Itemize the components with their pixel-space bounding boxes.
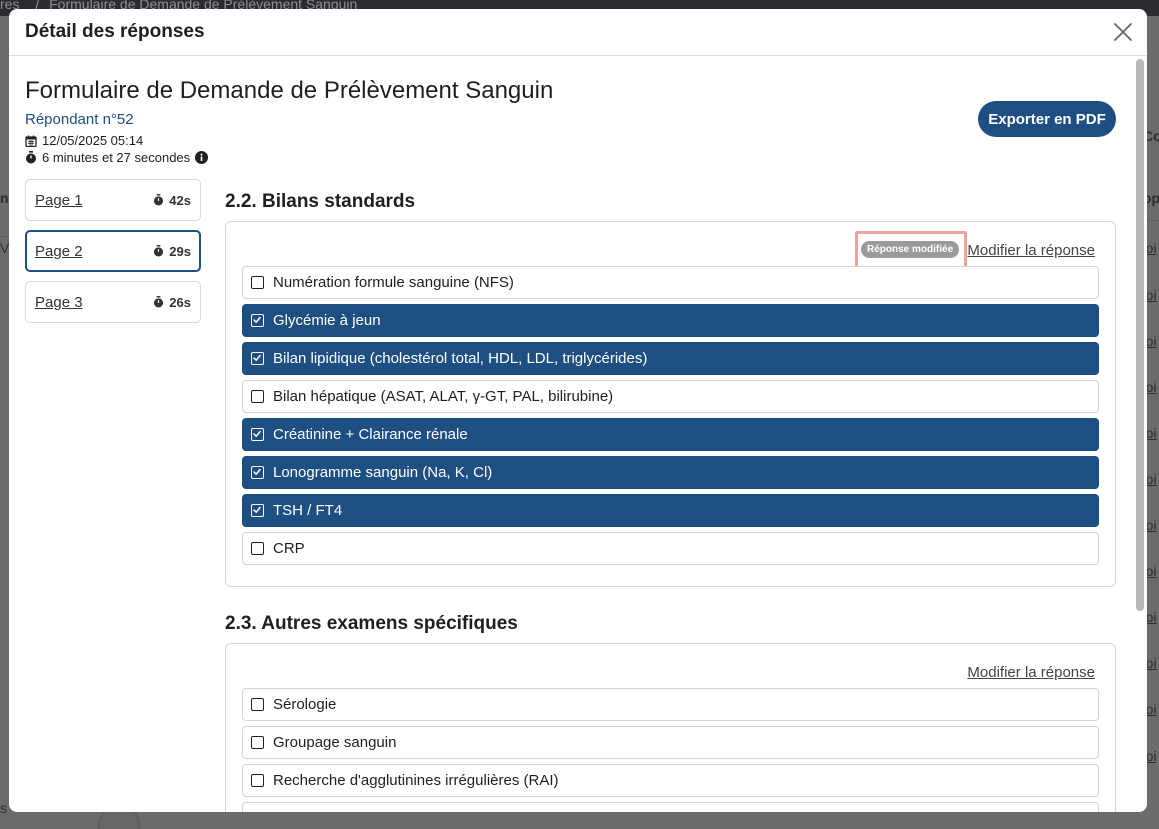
- form-title: Formulaire de Demande de Prélèvement San…: [25, 77, 554, 104]
- checkbox-checked-icon[interactable]: [251, 314, 264, 327]
- checkbox-checked-icon[interactable]: [251, 504, 264, 517]
- option-label: Glycémie à jeun: [273, 312, 381, 329]
- checkbox-option[interactable]: CRP: [242, 532, 1099, 565]
- checkbox-option[interactable]: Numération formule sanguine (NFS): [242, 266, 1099, 299]
- page-time-text: 42s: [169, 192, 191, 208]
- page-tab-3[interactable]: Page 3 26s: [25, 281, 201, 323]
- close-icon: [1114, 23, 1132, 41]
- option-label: Bilan lipidique (cholestérol total, HDL,…: [273, 350, 648, 367]
- modify-response-link[interactable]: Modifier la réponse: [967, 242, 1095, 259]
- option-label: Numération formule sanguine (NFS): [273, 274, 514, 291]
- option-label: Groupage sanguin: [273, 734, 397, 751]
- checkbox-option[interactable]: TSH / FT4: [242, 494, 1099, 527]
- stopwatch-icon: [154, 245, 164, 257]
- modify-response-link[interactable]: Modifier la réponse: [967, 664, 1095, 681]
- modal-title: Détail des réponses: [25, 21, 205, 42]
- page-tab-2[interactable]: Page 2 29s: [25, 230, 201, 272]
- calendar-icon: [25, 135, 37, 147]
- page-tab-time: 29s: [153, 244, 191, 259]
- option-label: Bilan hépatique (ASAT, ALAT, γ-GT, PAL, …: [273, 388, 614, 405]
- duration-text: 6 minutes et 27 secondes: [42, 150, 191, 165]
- info-icon[interactable]: [195, 151, 209, 164]
- option-label: Recherche d'agglutinines irrégulières (R…: [273, 772, 559, 789]
- checkbox-checked-icon[interactable]: [251, 428, 264, 441]
- checkbox-option[interactable]: Bêta-hCG: [242, 802, 1099, 812]
- checkbox-unchecked-icon[interactable]: [251, 736, 264, 749]
- checkbox-unchecked-icon[interactable]: [251, 390, 264, 403]
- section-title: 2.2. Bilans standards: [225, 191, 416, 212]
- checkbox-unchecked-icon[interactable]: [251, 698, 264, 711]
- page-time-text: 26s: [169, 294, 191, 310]
- duration: 6 minutes et 27 secondes: [25, 150, 209, 165]
- checkbox-option[interactable]: Créatinine + Clairance rénale: [242, 418, 1099, 451]
- page-tab-time: 26s: [153, 295, 191, 310]
- response-detail-modal: Détail des réponses Formulaire de Demand…: [9, 9, 1147, 812]
- checkbox-unchecked-icon[interactable]: [251, 276, 264, 289]
- option-label: Sérologie: [273, 696, 337, 713]
- page-time-text: 29s: [169, 243, 191, 259]
- page-tab-label: Page 2: [35, 242, 83, 260]
- page-tab-1[interactable]: Page 1 42s: [25, 179, 201, 221]
- respondent-label: Répondant n°52: [25, 111, 134, 128]
- stopwatch-icon: [154, 194, 164, 206]
- checkbox-option[interactable]: Bilan lipidique (cholestérol total, HDL,…: [242, 342, 1099, 375]
- close-button[interactable]: [1111, 20, 1135, 44]
- modified-badge: Réponse modifiée: [861, 241, 960, 258]
- modal-header: Détail des réponses: [9, 9, 1147, 56]
- background-row-divider: [1147, 220, 1159, 221]
- checkbox-unchecked-icon[interactable]: [251, 774, 264, 787]
- section-box-autres-examens: Modifier la réponse Sérologie Groupage sa…: [225, 643, 1116, 812]
- checkbox-option[interactable]: Glycémie à jeun: [242, 304, 1099, 337]
- modal-body: Formulaire de Demande de Prélèvement San…: [9, 57, 1147, 812]
- checkbox-option[interactable]: Sérologie: [242, 688, 1099, 721]
- checkbox-option[interactable]: Lonogramme sanguin (Na, K, Cl): [242, 456, 1099, 489]
- date-text: 12/05/2025 05:14: [42, 133, 144, 148]
- page-tab-label: Page 1: [35, 191, 83, 209]
- page-tab-label: Page 3: [35, 293, 83, 311]
- scrollbar-thumb[interactable]: [1136, 59, 1144, 611]
- section-title: 2.3. Autres examens spécifiques: [225, 613, 518, 634]
- modal-scrollbar[interactable]: [1133, 57, 1147, 812]
- background-bottom-text: s: [0, 800, 7, 816]
- option-label: Bêta-hCG: [273, 810, 340, 812]
- background-row-divider: [0, 236, 9, 237]
- checkbox-checked-icon[interactable]: [251, 352, 264, 365]
- checkbox-option[interactable]: Bilan hépatique (ASAT, ALAT, γ-GT, PAL, …: [242, 380, 1099, 413]
- page-tab-time: 42s: [153, 193, 191, 208]
- stopwatch-icon: [26, 151, 36, 164]
- option-label: Lonogramme sanguin (Na, K, Cl): [273, 464, 493, 481]
- checkbox-option[interactable]: Groupage sanguin: [242, 726, 1099, 759]
- checkbox-unchecked-icon[interactable]: [251, 542, 264, 555]
- option-label: CRP: [273, 540, 305, 557]
- option-label: TSH / FT4: [273, 502, 343, 519]
- export-pdf-button[interactable]: Exporter en PDF: [978, 101, 1116, 137]
- section-box-bilans-standards: Réponse modifiée Modifier la réponse Num…: [225, 221, 1116, 587]
- checkbox-checked-icon[interactable]: [251, 466, 264, 479]
- stopwatch-icon: [154, 296, 164, 308]
- checkbox-option[interactable]: Recherche d'agglutinines irrégulières (R…: [242, 764, 1099, 797]
- option-label: Créatinine + Clairance rénale: [273, 426, 468, 443]
- submission-date: 12/05/2025 05:14: [25, 133, 143, 148]
- background-row-text: V: [0, 240, 10, 256]
